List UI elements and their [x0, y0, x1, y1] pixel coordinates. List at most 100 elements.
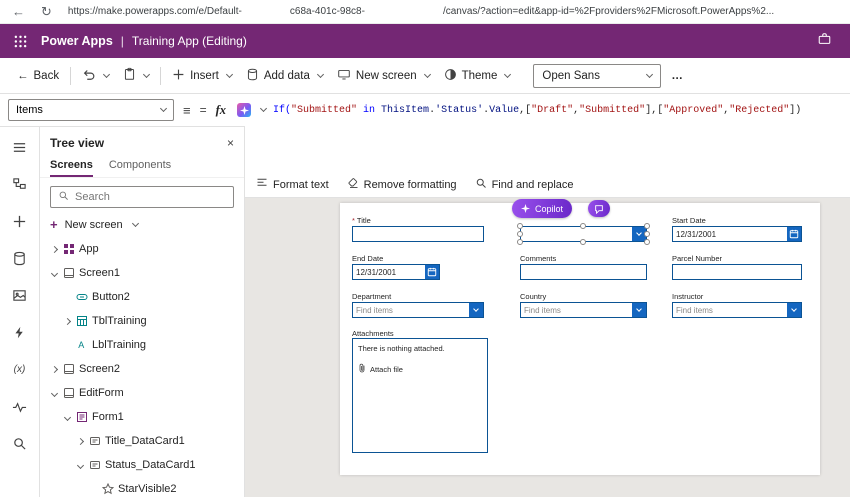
waffle-icon[interactable]: [14, 35, 27, 48]
calendar-icon[interactable]: [425, 265, 439, 279]
command-bar: ← Back Insert Add data New screen Theme …: [0, 58, 850, 94]
selection-handle[interactable]: [580, 223, 586, 229]
environment-icon[interactable]: [817, 32, 832, 51]
department-combobox[interactable]: Find items: [352, 302, 484, 318]
end-date-value: 12/31/2001: [356, 267, 397, 277]
copilot-menu-button[interactable]: [588, 200, 610, 217]
data-icon[interactable]: [12, 250, 28, 266]
format-text-label: Format text: [273, 178, 329, 191]
sparkle-icon: [521, 204, 530, 213]
copilot-icon[interactable]: [237, 103, 251, 117]
tree-item-tbltraining[interactable]: TblTraining: [40, 309, 244, 333]
theme-button[interactable]: Theme: [437, 63, 518, 89]
chevron-down-icon[interactable]: [61, 415, 74, 420]
end-date-field[interactable]: 12/31/2001: [352, 264, 440, 280]
tree-item-form1[interactable]: Form1: [40, 405, 244, 429]
browser-back-icon[interactable]: ←: [12, 5, 25, 18]
chevron-down-icon[interactable]: [74, 463, 87, 468]
chevron-down-icon: [504, 70, 512, 78]
find-replace-button[interactable]: Find and replace: [466, 172, 583, 197]
tree-item-button2[interactable]: Button2: [40, 285, 244, 309]
font-select[interactable]: Open Sans: [533, 63, 662, 88]
paste-button[interactable]: [116, 63, 156, 89]
country-combobox[interactable]: Find items: [520, 302, 647, 318]
attach-file-button[interactable]: Attach file: [358, 363, 482, 375]
card-icon: [88, 435, 102, 447]
tree-item-app[interactable]: App: [40, 237, 244, 261]
chevron-down-icon[interactable]: [48, 271, 61, 276]
chevron-right-icon[interactable]: [48, 247, 61, 252]
tree-tabs: Screens Components: [40, 154, 244, 178]
search-input[interactable]: Search: [50, 186, 234, 208]
power-automate-icon[interactable]: [12, 324, 28, 340]
tree-item-lbltraining[interactable]: A LblTraining: [40, 333, 244, 357]
formula-menu-icon[interactable]: ≡: [183, 103, 191, 118]
title-input[interactable]: [352, 226, 484, 242]
selection-handle[interactable]: [517, 223, 523, 229]
remove-formatting-button[interactable]: Remove formatting: [338, 172, 466, 197]
tree-view-icon[interactable]: [12, 176, 28, 192]
dropdown-chevron-button[interactable]: [469, 303, 483, 317]
tree-item-title_datacard1[interactable]: Title_DataCard1: [40, 429, 244, 453]
formula-expand-chevron-icon[interactable]: [259, 104, 268, 113]
selection-handle[interactable]: [580, 239, 586, 245]
chevron-down-icon: [159, 104, 168, 113]
instructor-combobox[interactable]: Find items: [672, 302, 802, 318]
card-icon: [88, 459, 102, 471]
property-select[interactable]: Items: [8, 99, 174, 121]
dropdown-chevron-button[interactable]: [787, 303, 801, 317]
tree-item-screen2[interactable]: Screen2: [40, 357, 244, 381]
undo-button[interactable]: [75, 63, 116, 89]
selection-handle[interactable]: [644, 231, 650, 237]
attachments-control[interactable]: There is nothing attached. Attach file: [352, 338, 488, 453]
tree-item-starvisible2[interactable]: StarVisible2: [40, 477, 244, 497]
chevron-right-icon[interactable]: [61, 319, 74, 324]
new-screen-tree-button[interactable]: + New screen: [40, 212, 244, 237]
chevron-right-icon[interactable]: [74, 439, 87, 444]
selection-handle[interactable]: [517, 239, 523, 245]
calendar-icon[interactable]: [787, 227, 801, 241]
form-canvas[interactable]: Copilot * Title Start Date 12/31/2001 En…: [340, 199, 820, 475]
tree-item-status_datacard1[interactable]: Status_DataCard1: [40, 453, 244, 477]
selection-handle[interactable]: [517, 231, 523, 237]
tab-components[interactable]: Components: [109, 154, 171, 177]
overflow-button[interactable]: …: [661, 70, 693, 82]
copilot-button[interactable]: Copilot: [512, 199, 573, 218]
formula-editor-area[interactable]: [245, 126, 850, 172]
comments-input[interactable]: [520, 264, 647, 280]
start-date-field[interactable]: 12/31/2001: [672, 226, 802, 242]
insert-icon[interactable]: [12, 213, 28, 229]
url-segment-1: https://make.powerapps.com/e/Default-: [67, 6, 242, 17]
tree-item-screen1[interactable]: Screen1: [40, 261, 244, 285]
new-screen-button[interactable]: New screen: [330, 63, 437, 89]
menu-icon[interactable]: [12, 139, 28, 155]
formula-input[interactable]: If("Submitted" in ThisItem.'Status'.Valu…: [273, 105, 801, 116]
chevron-down-icon: [636, 306, 642, 312]
close-icon[interactable]: ×: [227, 136, 234, 150]
address-bar[interactable]: https://make.powerapps.com/e/Default- c6…: [68, 6, 838, 17]
remove-formatting-label: Remove formatting: [363, 178, 457, 191]
variables-icon[interactable]: (x): [12, 361, 28, 377]
selection-handle[interactable]: [644, 223, 650, 229]
back-arrow-icon: ←: [17, 69, 29, 82]
chevron-down-icon[interactable]: [48, 391, 61, 396]
dropdown-chevron-button[interactable]: [632, 303, 646, 317]
tab-screens[interactable]: Screens: [50, 154, 93, 177]
back-button[interactable]: ← Back: [10, 63, 66, 89]
search-icon[interactable]: [12, 435, 28, 451]
parcel-number-input[interactable]: [672, 264, 802, 280]
tree-item-label: Form1: [92, 411, 124, 423]
chevron-right-icon[interactable]: [48, 367, 61, 372]
svg-text:A: A: [78, 340, 84, 350]
find-replace-label: Find and replace: [491, 178, 574, 191]
selection-handle[interactable]: [644, 239, 650, 245]
app-title: Training App (Editing): [131, 34, 247, 48]
monitor-icon[interactable]: [12, 398, 28, 414]
insert-button[interactable]: Insert: [165, 63, 239, 89]
format-text-button[interactable]: Format text: [247, 172, 338, 197]
powerapps-brand[interactable]: Power Apps: [41, 34, 113, 48]
media-icon[interactable]: [12, 287, 28, 303]
add-data-button[interactable]: Add data: [239, 63, 330, 89]
browser-refresh-icon[interactable]: ↻: [41, 5, 52, 18]
tree-item-editform[interactable]: EditForm: [40, 381, 244, 405]
